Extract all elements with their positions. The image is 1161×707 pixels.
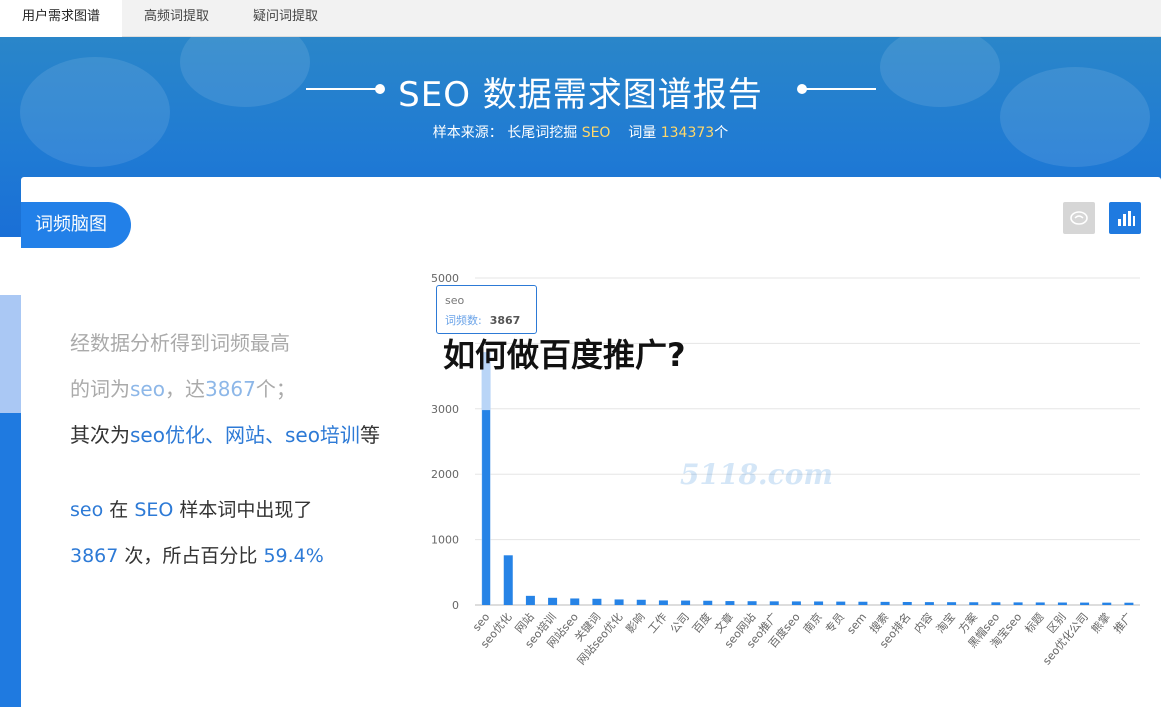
bar [703, 600, 713, 605]
desc-line-5: 3867 次，所占百分比 59.4% [70, 541, 324, 568]
source-label: 样本来源： [432, 125, 503, 141]
desc-text: ，达 [164, 377, 205, 401]
watermark: 5118.com [680, 458, 834, 491]
tab-high-frequency-words[interactable]: 高频词提取 [122, 0, 231, 37]
bar [1035, 602, 1045, 605]
bar-chart-view-button[interactable] [1109, 202, 1141, 234]
x-tick-label: 专员 [822, 610, 847, 636]
page-title: SEO 数据需求图谱报告 [398, 75, 763, 115]
brain-view-button[interactable] [1063, 202, 1095, 234]
bar [570, 598, 580, 605]
bar [814, 601, 824, 605]
tooltip-label: 词频数: [445, 314, 482, 327]
bar [880, 601, 890, 605]
bar [1080, 602, 1090, 605]
percentage: 59.4% [263, 545, 324, 567]
tooltip-name: seo [445, 294, 465, 307]
x-tick-label: 熊掌 [1088, 610, 1113, 636]
source-name: 长尾词挖掘 [507, 125, 578, 141]
bar [1102, 602, 1112, 605]
y-tick-label: 3000 [431, 403, 459, 416]
separator: 、 [264, 423, 285, 447]
bar [969, 602, 979, 605]
occurrence-count: 3867 [70, 545, 119, 567]
separator: 、 [204, 423, 225, 447]
bar [725, 601, 735, 605]
bar [614, 599, 624, 605]
bar [1013, 602, 1023, 605]
bar [1057, 602, 1067, 605]
x-tick-label: 南京 [800, 610, 825, 636]
word: seo [70, 499, 104, 521]
x-tick-label: 影响 [623, 611, 647, 636]
sample-source-line: 样本来源： 长尾词挖掘 SEO 词量 134373个 [0, 122, 1161, 142]
y-tick-label: 5000 [431, 272, 459, 285]
desc-text: 次，所占百分比 [124, 545, 258, 567]
bar [592, 598, 602, 605]
left-accent-highlight [0, 295, 21, 413]
x-tick-label: 标题 [1022, 610, 1047, 636]
chart-tooltip: seo 词频数: 3867 [436, 285, 537, 334]
count-value: 134373 [660, 125, 715, 141]
bar [681, 600, 691, 605]
desc-text: 其次为 [70, 423, 130, 447]
bar [482, 410, 491, 605]
desc-text: 个； [255, 377, 296, 401]
bar [947, 602, 957, 605]
bar [636, 599, 646, 605]
count-unit: 个 [714, 125, 729, 141]
source-keyword: SEO [581, 125, 611, 141]
bar [548, 597, 558, 605]
tooltip-value: 3867 [489, 314, 521, 327]
desc-text: 在 [109, 499, 129, 521]
keyword: SEO [134, 499, 174, 521]
desc-text: 等 [359, 423, 380, 447]
bar [503, 555, 513, 605]
tab-bar: 用户需求图谱 高频词提取 疑问词提取 [0, 0, 1161, 37]
bar [525, 595, 535, 605]
desc-line-1: 经数据分析得到词频最高 [70, 327, 290, 356]
bar [1124, 602, 1134, 605]
x-tick-label: 内容 [911, 610, 936, 636]
x-tick-label: 推广 [1110, 610, 1135, 636]
second-word: seo优化 [130, 423, 205, 447]
x-tick-label: sem [844, 611, 869, 637]
desc-line-4: seo 在 SEO 样本词中出现了 [70, 495, 312, 522]
top-word-count: 3867 [204, 377, 256, 401]
brain-icon [1070, 211, 1088, 225]
tab-user-demand-map[interactable]: 用户需求图谱 [0, 0, 123, 37]
third-word: 网站 [224, 423, 265, 447]
section-pill: 词频脑图 [21, 202, 131, 248]
x-tick-label: 工作 [646, 611, 670, 636]
desc-line-3: 其次为seo优化、网站、seo培训等 [70, 419, 380, 448]
top-word: seo [130, 377, 165, 401]
bar [858, 601, 868, 605]
bar [791, 601, 801, 605]
tab-question-words[interactable]: 疑问词提取 [231, 0, 340, 37]
overlay-headline: 如何做百度推广? [443, 336, 686, 374]
bar [658, 600, 668, 605]
y-tick-label: 2000 [431, 468, 459, 481]
fourth-word: seo培训 [284, 423, 360, 447]
count-label: 词量 [628, 125, 657, 141]
x-tick-label: 淘宝 [933, 610, 958, 636]
bar [902, 601, 912, 605]
bar [769, 601, 779, 605]
bar [924, 602, 934, 605]
y-tick-label: 1000 [431, 534, 459, 547]
desc-text: 的词为 [70, 377, 130, 401]
desc-text: 经数据分析得到词频最高 [70, 331, 290, 355]
desc-line-2: 的词为seo，达3867个； [70, 373, 296, 402]
bar-chart-icon [1118, 211, 1135, 226]
desc-text: 样本词中出现了 [179, 499, 313, 521]
bar [747, 601, 757, 605]
x-tick-label: 公司 [668, 611, 692, 636]
y-tick-label: 0 [452, 599, 459, 612]
bar [836, 601, 846, 605]
x-tick-label: 百度 [689, 610, 714, 636]
bar [991, 602, 1001, 605]
